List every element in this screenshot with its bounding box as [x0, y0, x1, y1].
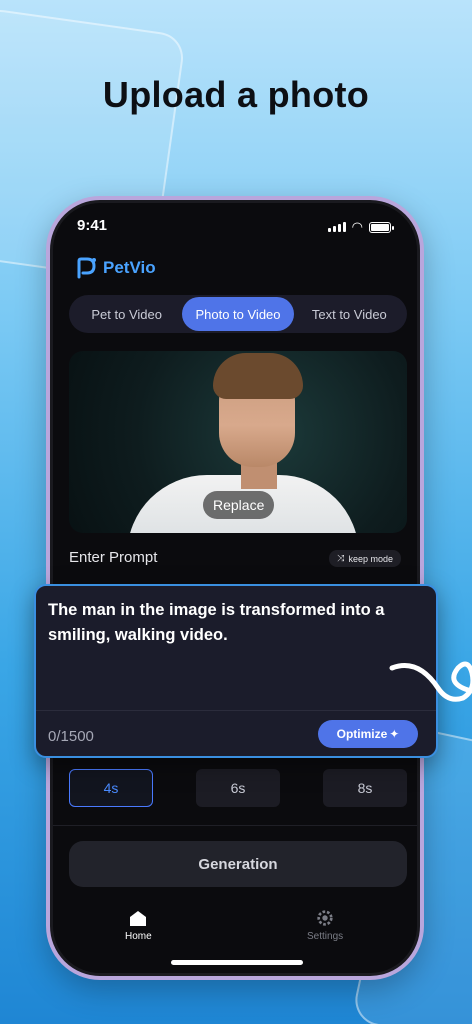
tab-text-to-video[interactable]: Text to Video: [294, 297, 405, 331]
home-indicator: [171, 960, 303, 965]
shuffle-icon: ⤨: [337, 553, 345, 563]
app-name: PetVio: [103, 258, 156, 277]
system-icons: ◠: [327, 219, 394, 235]
mode-tabs: Pet to Video Photo to Video Text to Vide…: [69, 295, 407, 333]
duration-option-6s[interactable]: 6s: [196, 769, 280, 807]
replace-button[interactable]: Replace: [203, 491, 275, 519]
duration-option-8s[interactable]: 8s: [323, 769, 407, 807]
page-headline: Upload a photo: [102, 74, 370, 115]
status-time: 9:41: [77, 217, 108, 234]
decorative-swirl: [389, 661, 472, 702]
duration-selector: 4s 6s 8s: [69, 769, 407, 807]
petvio-logo-icon: [77, 257, 96, 279]
photo-subject-hair: [213, 353, 303, 399]
character-counter: 0/1500: [48, 728, 94, 745]
battery-icon: [369, 221, 394, 233]
nav-home-label: Home: [125, 931, 152, 942]
app-logo: PetVio: [75, 257, 156, 279]
duration-option-4s[interactable]: 4s: [69, 769, 153, 807]
gear-icon: [317, 910, 333, 926]
divider: [53, 825, 417, 826]
sparkle-icon: ✦: [389, 727, 400, 741]
bottom-nav: Home Settings: [53, 903, 417, 947]
home-icon: [130, 910, 147, 926]
optimize-label: Optimize: [336, 727, 388, 741]
prompt-input[interactable]: The man in the image is transformed into…: [48, 598, 396, 648]
prompt-card: The man in the image is transformed into…: [34, 584, 438, 758]
signal-icon: [327, 222, 346, 232]
tab-pet-to-video[interactable]: Pet to Video: [71, 297, 182, 331]
nav-settings[interactable]: Settings: [307, 909, 343, 942]
uploaded-photo[interactable]: Replace: [69, 351, 407, 533]
nav-settings-label: Settings: [307, 931, 344, 942]
keep-mode-toggle[interactable]: ⤨ keep mode: [329, 550, 401, 567]
nav-home[interactable]: Home: [125, 909, 152, 942]
status-bar: 9:41 ◠: [53, 217, 417, 237]
generation-button[interactable]: Generation: [69, 841, 407, 887]
wifi-icon: ◠: [351, 219, 363, 234]
keep-mode-label: keep mode: [348, 553, 393, 564]
tab-photo-to-video[interactable]: Photo to Video: [182, 297, 294, 331]
divider: [36, 710, 436, 711]
optimize-button[interactable]: Optimize ✦: [318, 720, 418, 748]
prompt-label: Enter Prompt: [69, 549, 158, 566]
